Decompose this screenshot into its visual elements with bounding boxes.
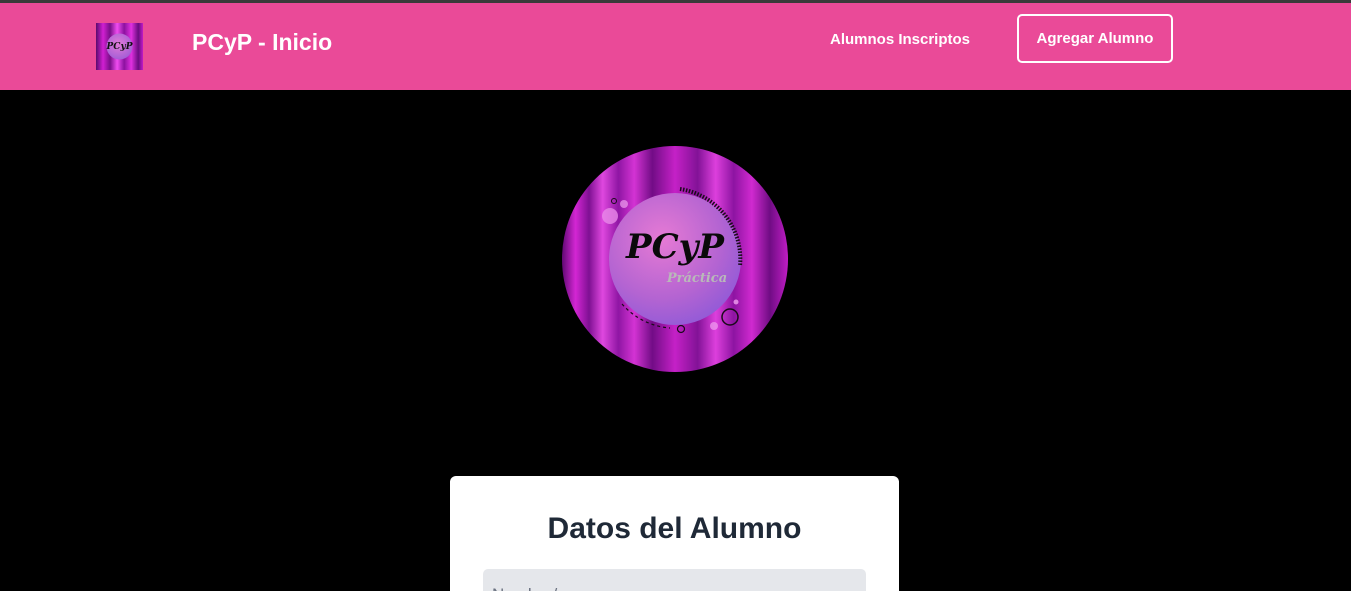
navbar: PCyP PCyP - Inicio Alumnos Inscriptos Ag…: [0, 3, 1351, 90]
svg-text:PCyP: PCyP: [106, 42, 133, 52]
brand-title[interactable]: PCyP - Inicio: [192, 27, 332, 57]
nav-link-alumnos-inscriptos[interactable]: Alumnos Inscriptos: [830, 30, 970, 50]
name-input[interactable]: [483, 569, 866, 591]
brand-logo-icon[interactable]: PCyP: [96, 23, 143, 70]
student-form-card: Datos del Alumno: [450, 476, 899, 591]
form-title: Datos del Alumno: [547, 512, 802, 545]
svg-text:Práctica: Práctica: [666, 271, 727, 286]
pcyp-hero-logo: PCyP Práctica: [562, 146, 788, 372]
svg-text:PCyP: PCyP: [625, 227, 725, 267]
agregar-alumno-button[interactable]: Agregar Alumno: [1017, 14, 1173, 63]
